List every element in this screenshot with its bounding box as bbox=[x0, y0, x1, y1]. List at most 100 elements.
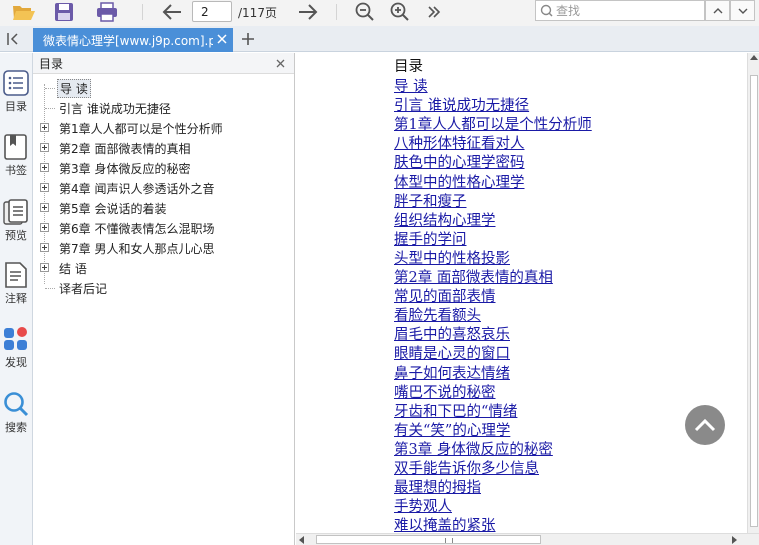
bookmark-icon bbox=[4, 134, 27, 160]
toc-link[interactable]: 握手的学问 bbox=[394, 231, 592, 250]
expand-plus-icon[interactable] bbox=[40, 263, 49, 272]
rail-item-bookmarks[interactable]: 书签 bbox=[0, 134, 32, 194]
toc-link[interactable]: 手势观人 bbox=[394, 498, 592, 517]
close-icon bbox=[276, 59, 284, 67]
new-tab-button[interactable] bbox=[238, 29, 258, 49]
horizontal-scrollbar[interactable] bbox=[296, 533, 759, 545]
toc-link[interactable]: 体型中的性格心理学 bbox=[394, 174, 592, 193]
toc-link[interactable]: 双手能告诉你多少信息 bbox=[394, 460, 592, 479]
open-folder-icon[interactable] bbox=[10, 0, 38, 24]
search-icon bbox=[4, 392, 29, 417]
toc-link[interactable]: 第2章 面部微表情的真相 bbox=[394, 269, 592, 288]
toc-link[interactable]: 八种形体特征看对人 bbox=[394, 135, 592, 154]
outline-close-button[interactable] bbox=[274, 57, 286, 69]
outline-item-label: 第1章人人都可以是个性分析师 bbox=[59, 121, 223, 136]
discover-apps-icon bbox=[4, 327, 27, 350]
preview-pages-icon bbox=[3, 199, 28, 225]
toc-link[interactable]: 头型中的性格投影 bbox=[394, 250, 592, 269]
print-icon[interactable] bbox=[94, 0, 120, 24]
vertical-scrollbar[interactable] bbox=[747, 53, 759, 533]
expand-plus-icon[interactable] bbox=[40, 163, 49, 172]
outline-item[interactable]: 结 语 bbox=[33, 258, 294, 278]
outline-item-label: 引言 谁说成功无捷径 bbox=[59, 101, 171, 116]
outline-item[interactable]: 第5章 会说话的着装 bbox=[33, 198, 294, 218]
scroll-right-arrow-icon[interactable] bbox=[732, 536, 737, 544]
search-input[interactable] bbox=[556, 3, 696, 18]
tab-close-button[interactable] bbox=[215, 32, 229, 46]
outline-item[interactable]: 第2章 面部微表情的真相 bbox=[33, 138, 294, 158]
outline-item[interactable]: 第6章 不懂微表情怎么混职场 bbox=[33, 218, 294, 238]
toc-link[interactable]: 难以掩盖的紧张 bbox=[394, 517, 592, 533]
scroll-left-arrow-icon[interactable] bbox=[299, 536, 304, 544]
expand-plus-icon[interactable] bbox=[40, 223, 49, 232]
toc-link[interactable]: 导 读 bbox=[394, 78, 592, 97]
document-view[interactable]: 目录 导 读 引言 谁说成功无捷径 第1章人人都可以是个性分析师 八种形体特征看… bbox=[296, 53, 747, 533]
rail-label: 搜索 bbox=[5, 421, 27, 434]
toc-heading: 目录 bbox=[394, 59, 423, 75]
outline-item-label: 导 读 bbox=[57, 78, 91, 98]
toc-link[interactable]: 有关“笑”的心理学 bbox=[394, 422, 592, 441]
tree-connector bbox=[45, 108, 55, 109]
save-icon[interactable] bbox=[52, 0, 76, 24]
expand-plus-icon[interactable] bbox=[40, 123, 49, 132]
tab-document[interactable]: 微表情心理学[www.j9p.com].pdf bbox=[33, 28, 233, 52]
toc-link[interactable]: 眉毛中的喜怒哀乐 bbox=[394, 326, 592, 345]
rail-item-annotations[interactable]: 注释 bbox=[0, 262, 32, 322]
document-page-content: 目录 导 读 引言 谁说成功无捷径 第1章人人都可以是个性分析师 八种形体特征看… bbox=[394, 58, 592, 533]
tab-title: 微表情心理学[www.j9p.com].pdf bbox=[43, 33, 213, 48]
toc-link[interactable]: 鼻子如何表达情绪 bbox=[394, 365, 592, 384]
outline-item[interactable]: 译者后记 bbox=[33, 278, 294, 298]
search-box[interactable] bbox=[535, 0, 705, 21]
outline-item-label: 译者后记 bbox=[59, 281, 108, 296]
outline-item[interactable]: 第3章 身体微反应的秘密 bbox=[33, 158, 294, 178]
collapse-left-icon bbox=[7, 33, 18, 45]
toc-link[interactable]: 引言 谁说成功无捷径 bbox=[394, 97, 592, 116]
collapse-sidebar-button[interactable] bbox=[2, 28, 24, 50]
zoom-out-icon[interactable] bbox=[354, 0, 376, 24]
outline-item[interactable]: 引言 谁说成功无捷径 bbox=[33, 98, 294, 118]
toc-link[interactable]: 第1章人人都可以是个性分析师 bbox=[394, 116, 592, 135]
toc-link[interactable]: 组织结构心理学 bbox=[394, 212, 592, 231]
expand-plus-icon[interactable] bbox=[40, 243, 49, 252]
rail-label: 发现 bbox=[5, 356, 27, 369]
toc-link[interactable]: 常见的面部表情 bbox=[394, 288, 592, 307]
arrow-right-icon[interactable] bbox=[296, 0, 320, 24]
rail-item-search[interactable]: 搜索 bbox=[0, 391, 32, 451]
rail-item-preview[interactable]: 预览 bbox=[0, 199, 32, 259]
close-icon bbox=[217, 34, 227, 44]
outline-header: 目录 bbox=[33, 53, 294, 74]
zoom-in-icon[interactable] bbox=[389, 0, 411, 24]
rail-item-contents[interactable]: 目录 bbox=[0, 70, 32, 130]
rail-item-discover[interactable]: 发现 bbox=[0, 326, 32, 386]
toc-link[interactable]: 肤色中的心理学密码 bbox=[394, 154, 592, 173]
vertical-scroll-thumb[interactable] bbox=[750, 75, 758, 527]
scroll-up-arrow-icon[interactable] bbox=[750, 55, 758, 60]
expand-plus-icon[interactable] bbox=[40, 143, 49, 152]
page-number-input[interactable] bbox=[192, 1, 232, 22]
more-icon[interactable] bbox=[424, 0, 444, 24]
outline-title: 目录 bbox=[39, 56, 64, 71]
expand-plus-icon[interactable] bbox=[40, 203, 49, 212]
toc-link[interactable]: 第3章 身体微反应的秘密 bbox=[394, 441, 592, 460]
arrow-left-icon[interactable] bbox=[160, 0, 184, 24]
scroll-grip-icon bbox=[445, 538, 453, 543]
annotation-note-icon bbox=[5, 262, 27, 288]
outline-item[interactable]: 第1章人人都可以是个性分析师 bbox=[33, 118, 294, 138]
horizontal-scroll-thumb[interactable] bbox=[316, 535, 541, 544]
toc-link[interactable]: 嘴巴不说的秘密 bbox=[394, 384, 592, 403]
outline-item[interactable]: 第7章 男人和女人那点儿心思 bbox=[33, 238, 294, 258]
outline-item-label: 第4章 闻声识人参透话外之音 bbox=[59, 181, 215, 196]
outline-item[interactable]: 第4章 闻声识人参透话外之音 bbox=[33, 178, 294, 198]
back-to-top-button[interactable] bbox=[685, 405, 725, 445]
toc-link[interactable]: 最理想的拇指 bbox=[394, 479, 592, 498]
outline-item-label: 第7章 男人和女人那点儿心思 bbox=[59, 241, 215, 256]
toc-link[interactable]: 眼睛是心灵的窗口 bbox=[394, 345, 592, 364]
outline-item[interactable]: 导 读 bbox=[33, 78, 294, 98]
expand-plus-icon[interactable] bbox=[40, 183, 49, 192]
search-prev-button[interactable] bbox=[705, 0, 730, 21]
toc-link[interactable]: 胖子和瘦子 bbox=[394, 193, 592, 212]
toc-link[interactable]: 看脸先看额头 bbox=[394, 307, 592, 326]
search-next-button[interactable] bbox=[730, 0, 755, 21]
toolbar: /117页 bbox=[0, 0, 759, 26]
toc-link[interactable]: 牙齿和下巴的“情绪 bbox=[394, 403, 592, 422]
